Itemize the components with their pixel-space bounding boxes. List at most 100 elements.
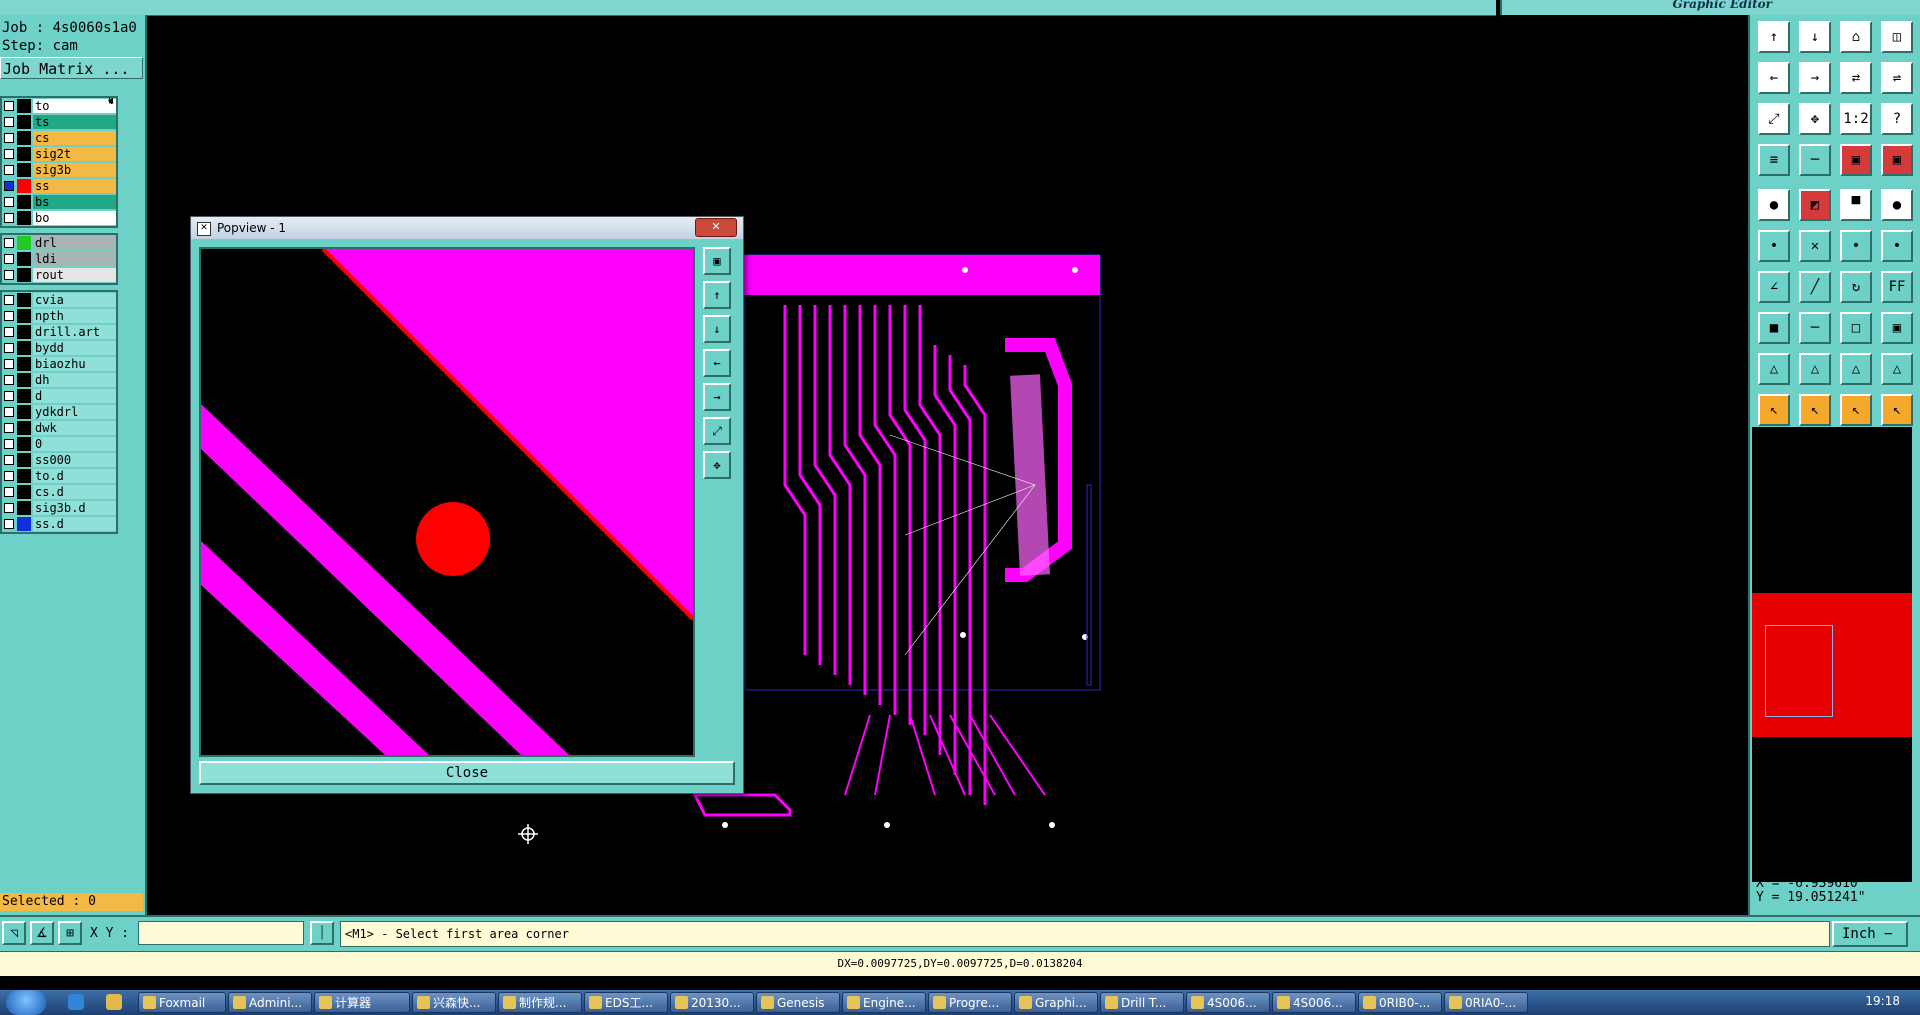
layer-row[interactable]: 0 [2,436,116,452]
layer-checkbox[interactable] [4,197,14,207]
layer-color-swatch[interactable] [17,236,31,250]
layer-checkbox[interactable] [4,423,14,433]
snap-mode-button[interactable]: ◹ [2,921,26,945]
taskbar-item[interactable]: 0RIA0-... [1444,992,1528,1013]
layer-checkbox[interactable] [4,439,14,449]
tool-button-7-0[interactable]: ■ [1758,312,1790,344]
layer-row[interactable]: sig3b [2,162,116,178]
taskbar-item[interactable]: 20130... [670,992,754,1013]
layer-checkbox[interactable] [4,101,14,111]
layer-color-swatch[interactable] [17,373,31,387]
tool-button-8-2[interactable]: △ [1840,353,1872,385]
layer-color-swatch[interactable] [17,147,31,161]
layer-name[interactable]: d [33,389,116,403]
popview-zoom-out-button[interactable]: ⤢ [703,417,731,445]
taskbar-item[interactable]: 兴森快... [412,992,496,1013]
tool-button-9-0[interactable]: ↖ [1758,394,1790,426]
layer-row[interactable]: d [2,388,116,404]
layer-name[interactable]: ss.d [33,517,116,531]
overview-view-frame[interactable] [1765,625,1833,717]
tool-button-3-0[interactable]: ≡ [1758,144,1790,176]
tool-button-0-3[interactable]: ◫ [1881,21,1913,53]
tool-button-5-2[interactable]: • [1840,230,1872,262]
taskbar-item[interactable]: Progre... [928,992,1012,1013]
layer-name[interactable]: cs [33,131,116,145]
taskbar-item[interactable]: 4S006... [1272,992,1356,1013]
tool-button-3-3[interactable]: ▣ [1881,144,1913,176]
layer-row[interactable]: dh [2,372,116,388]
layer-color-swatch[interactable] [17,405,31,419]
layer-checkbox[interactable] [4,238,14,248]
popview-pan-up-button[interactable]: ↑ [703,281,731,309]
popview-zoom-in-button[interactable]: ✥ [703,451,731,479]
overview-map[interactable] [1752,427,1912,882]
layer-name[interactable]: rout [33,268,116,282]
tool-button-9-1[interactable]: ↖ [1799,394,1831,426]
layer-row[interactable]: sig3b.d [2,500,116,516]
layer-row[interactable]: bo ↯ [2,96,116,226]
popview-canvas[interactable] [199,247,695,757]
tool-button-5-3[interactable]: • [1881,230,1913,262]
layer-checkbox[interactable] [4,213,14,223]
layer-color-swatch[interactable] [17,469,31,483]
tool-button-6-0[interactable]: ∠ [1758,271,1790,303]
tool-button-6-2[interactable]: ↻ [1840,271,1872,303]
layer-checkbox[interactable] [4,487,14,497]
layer-color-swatch[interactable] [17,131,31,145]
taskbar-item[interactable]: 计算器 [314,992,410,1013]
tool-button-2-3[interactable]: ? [1881,103,1913,135]
popview-titlebar[interactable]: ✕ Popview - 1 ✕ [191,217,743,239]
layer-color-swatch[interactable] [17,485,31,499]
tool-button-5-1[interactable]: ✕ [1799,230,1831,262]
layer-color-swatch[interactable] [17,309,31,323]
tool-button-7-1[interactable]: ─ [1799,312,1831,344]
layer-color-swatch[interactable] [17,389,31,403]
taskbar-item[interactable]: Genesis [756,992,840,1013]
tool-button-0-1[interactable]: ↓ [1799,21,1831,53]
layer-name[interactable]: ldi [33,252,116,266]
tool-button-9-3[interactable]: ↖ [1881,394,1913,426]
tool-button-0-2[interactable]: ⌂ [1840,21,1872,53]
layer-color-swatch[interactable] [17,293,31,307]
popview-pan-right-button[interactable]: → [703,383,731,411]
layer-color-swatch[interactable] [17,115,31,129]
layer-color-swatch[interactable] [17,421,31,435]
folder-icon[interactable] [106,994,122,1010]
layer-row[interactable]: drl [2,235,116,251]
layer-color-swatch[interactable] [17,325,31,339]
layer-row[interactable]: to.d ↯ [2,96,116,484]
tool-button-0-0[interactable]: ↑ [1758,21,1790,53]
layer-name[interactable]: drill.art [33,325,116,339]
layer-row[interactable]: ldi [2,251,116,267]
layer-color-swatch[interactable] [17,501,31,515]
layer-name[interactable]: bs [33,195,116,209]
layer-name[interactable]: ss [33,179,116,193]
taskbar-item[interactable]: Admini... [228,992,312,1013]
layer-name[interactable]: cvia [33,293,116,307]
layer-name[interactable]: to [33,99,116,113]
job-matrix-button[interactable]: Job Matrix ... [0,57,143,79]
layer-row[interactable]: ss.d [2,516,116,532]
layer-row[interactable]: ydkdrl [2,404,116,420]
tool-button-9-2[interactable]: ↖ [1840,394,1872,426]
layer-color-swatch[interactable] [17,211,31,225]
layer-color-swatch[interactable] [17,195,31,209]
layer-name[interactable]: dh [33,373,116,387]
unit-selector[interactable]: Inch − [1832,921,1908,947]
popview-zoom-fit-button[interactable]: ▣ [703,247,731,275]
layer-checkbox[interactable] [4,181,14,191]
layer-color-swatch[interactable] [17,252,31,266]
layer-row[interactable]: cvia [2,292,116,308]
tool-button-5-0[interactable]: • [1758,230,1790,262]
layer-checkbox[interactable] [4,343,14,353]
layer-name[interactable]: ts [33,115,116,129]
taskbar-item[interactable]: 0RIB0-... [1358,992,1442,1013]
tool-button-6-3[interactable]: FF [1881,271,1913,303]
layer-color-swatch[interactable] [17,99,31,113]
tool-button-2-1[interactable]: ✥ [1799,103,1831,135]
layer-checkbox[interactable] [4,295,14,305]
tool-button-6-1[interactable]: ╱ [1799,271,1831,303]
layer-checkbox[interactable] [4,327,14,337]
layer-color-swatch[interactable] [17,357,31,371]
layer-checkbox[interactable] [4,375,14,385]
